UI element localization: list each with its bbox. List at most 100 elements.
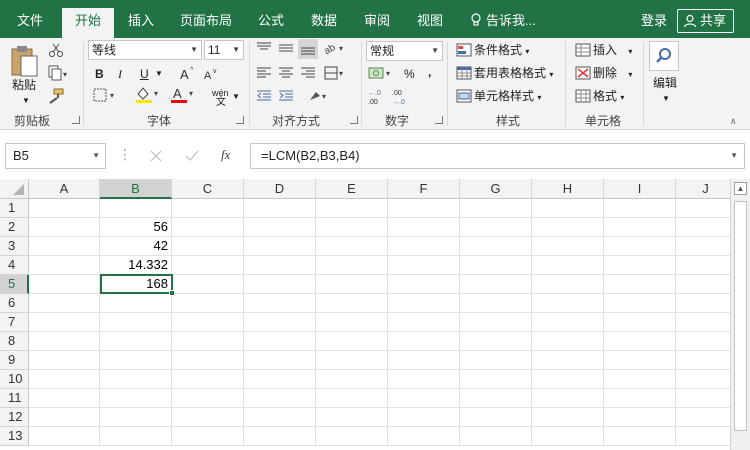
cell-j9[interactable] xyxy=(676,351,730,370)
cell-g8[interactable] xyxy=(460,332,532,351)
cell-g7[interactable] xyxy=(460,313,532,332)
cell-j2[interactable] xyxy=(676,218,730,237)
cell-a9[interactable] xyxy=(29,351,100,370)
cell-d7[interactable] xyxy=(244,313,316,332)
search-icon[interactable] xyxy=(649,41,679,71)
cell-b1[interactable] xyxy=(100,199,172,218)
cell-b13[interactable] xyxy=(100,427,172,446)
cell-g4[interactable] xyxy=(460,256,532,275)
cell-i13[interactable] xyxy=(604,427,676,446)
format-table-icon[interactable] xyxy=(456,66,472,83)
cell-f1[interactable] xyxy=(388,199,460,218)
cell-e6[interactable] xyxy=(316,294,388,313)
row-header-10[interactable]: 10 xyxy=(0,370,29,389)
cell-h12[interactable] xyxy=(532,408,604,427)
decrease-decimal-icon[interactable]: .00 →.0 xyxy=(392,88,412,109)
scroll-thumb[interactable] xyxy=(734,201,747,431)
tab-file[interactable]: 文件 xyxy=(6,8,54,38)
cell-a2[interactable] xyxy=(29,218,100,237)
cell-d13[interactable] xyxy=(244,427,316,446)
currency-icon[interactable]: ▾ xyxy=(368,66,394,83)
cell-b4[interactable]: 14.332 xyxy=(100,256,172,275)
merge-center-icon[interactable]: ▾ xyxy=(308,88,334,107)
cell-g13[interactable] xyxy=(460,427,532,446)
cell-c5[interactable] xyxy=(172,275,244,294)
font-size-select[interactable]: 11 ▼ xyxy=(204,40,244,60)
delete-cells-icon[interactable] xyxy=(575,66,591,83)
cell-h3[interactable] xyxy=(532,237,604,256)
cell-j8[interactable] xyxy=(676,332,730,351)
row-header-12[interactable]: 12 xyxy=(0,408,29,427)
cell-i12[interactable] xyxy=(604,408,676,427)
cell-c2[interactable] xyxy=(172,218,244,237)
cell-c13[interactable] xyxy=(172,427,244,446)
cell-i1[interactable] xyxy=(604,199,676,218)
scroll-up-icon[interactable]: ▲ xyxy=(734,182,747,195)
cell-e2[interactable] xyxy=(316,218,388,237)
cell-h5[interactable] xyxy=(532,275,604,294)
font-color-icon[interactable]: A ▾ xyxy=(170,86,196,107)
decrease-font-icon[interactable]: Av xyxy=(204,66,222,83)
cell-d10[interactable] xyxy=(244,370,316,389)
border-icon[interactable]: ▾ xyxy=(93,88,119,105)
tab-data[interactable]: 数据 xyxy=(300,8,348,38)
tab-view[interactable]: 视图 xyxy=(406,8,454,38)
cell-a10[interactable] xyxy=(29,370,100,389)
column-header-h[interactable]: H xyxy=(532,179,604,199)
cell-f5[interactable] xyxy=(388,275,460,294)
tab-home[interactable]: 开始 xyxy=(62,8,114,38)
cell-b2[interactable]: 56 xyxy=(100,218,172,237)
cell-g5[interactable] xyxy=(460,275,532,294)
cell-f7[interactable] xyxy=(388,313,460,332)
cell-j3[interactable] xyxy=(676,237,730,256)
cell-d4[interactable] xyxy=(244,256,316,275)
delete-cells-button[interactable]: 删除 ▾ xyxy=(593,64,632,84)
cell-i2[interactable] xyxy=(604,218,676,237)
tab-review[interactable]: 审阅 xyxy=(353,8,401,38)
increase-indent-icon[interactable] xyxy=(278,89,294,106)
cell-a6[interactable] xyxy=(29,294,100,313)
tab-page-layout[interactable]: 页面布局 xyxy=(172,8,240,38)
row-header-4[interactable]: 4 xyxy=(0,256,29,275)
cell-styles-button[interactable]: 单元格样式 ▾ xyxy=(474,87,541,107)
copy-icon[interactable]: ▾ xyxy=(48,65,70,84)
cell-e9[interactable] xyxy=(316,351,388,370)
cell-a8[interactable] xyxy=(29,332,100,351)
row-header-9[interactable]: 9 xyxy=(0,351,29,370)
column-header-g[interactable]: G xyxy=(460,179,532,199)
row-header-8[interactable]: 8 xyxy=(0,332,29,351)
align-center-icon[interactable] xyxy=(278,66,294,83)
align-right-icon[interactable] xyxy=(300,66,316,83)
cell-j10[interactable] xyxy=(676,370,730,389)
cell-j11[interactable] xyxy=(676,389,730,408)
phonetic-dropdown-icon[interactable]: ▼ xyxy=(232,88,240,106)
cell-c8[interactable] xyxy=(172,332,244,351)
italic-button[interactable]: I xyxy=(118,65,122,83)
cell-e13[interactable] xyxy=(316,427,388,446)
cell-d3[interactable] xyxy=(244,237,316,256)
cell-b10[interactable] xyxy=(100,370,172,389)
cell-g6[interactable] xyxy=(460,294,532,313)
cell-e4[interactable] xyxy=(316,256,388,275)
cell-b8[interactable] xyxy=(100,332,172,351)
cell-c12[interactable] xyxy=(172,408,244,427)
cell-f4[interactable] xyxy=(388,256,460,275)
font-name-select[interactable]: 等线 ▼ xyxy=(88,40,202,60)
cell-g11[interactable] xyxy=(460,389,532,408)
row-header-5[interactable]: 5 xyxy=(0,275,29,294)
column-header-e[interactable]: E xyxy=(316,179,388,199)
cell-g12[interactable] xyxy=(460,408,532,427)
cell-h7[interactable] xyxy=(532,313,604,332)
row-header-7[interactable]: 7 xyxy=(0,313,29,332)
insert-cells-icon[interactable] xyxy=(575,43,591,60)
percent-button[interactable]: % xyxy=(404,65,415,83)
wrap-text-icon[interactable]: ▾ xyxy=(324,66,348,83)
row-header-11[interactable]: 11 xyxy=(0,389,29,408)
cell-j1[interactable] xyxy=(676,199,730,218)
row-header-6[interactable]: 6 xyxy=(0,294,29,313)
alignment-launcher-icon[interactable] xyxy=(350,116,358,124)
cell-c6[interactable] xyxy=(172,294,244,313)
cancel-icon[interactable] xyxy=(148,148,164,164)
column-header-c[interactable]: C xyxy=(172,179,244,199)
paste-dropdown-icon[interactable]: ▼ xyxy=(22,92,30,110)
